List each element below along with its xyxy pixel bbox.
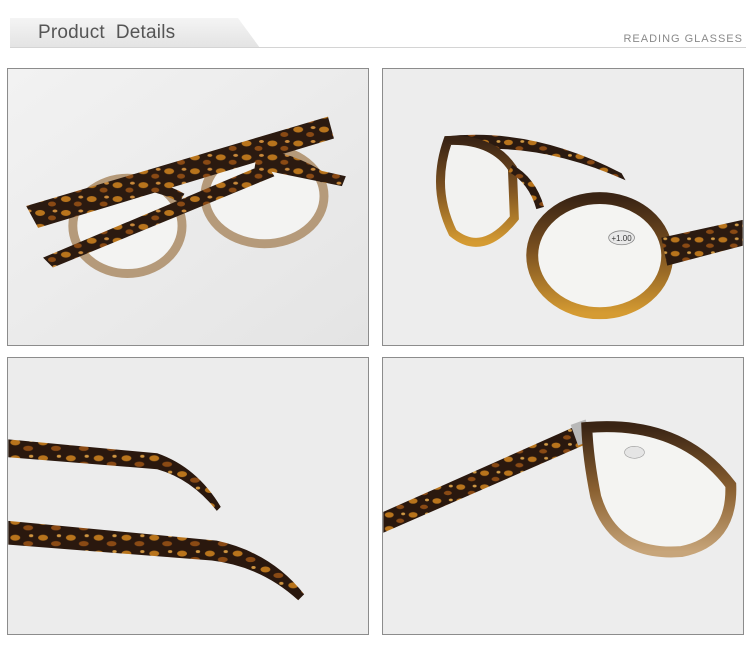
product-image-hinge-closeup: [382, 357, 744, 635]
product-image-folded: [7, 68, 369, 346]
header-divider: [10, 47, 746, 48]
lens-power-label: +1.00: [612, 234, 633, 243]
product-image-side-angle: +1.00: [382, 68, 744, 346]
temple-arms-illustration: [8, 358, 368, 634]
folded-glasses-illustration: [8, 69, 368, 345]
product-image-temple-arms: [7, 357, 369, 635]
hinge-closeup-illustration: [383, 358, 743, 634]
page-header: Product Details READING GLASSES: [0, 0, 750, 60]
side-angle-glasses-illustration: +1.00: [383, 69, 743, 345]
product-category-label: READING GLASSES: [623, 33, 743, 45]
page-title: Product Details: [38, 22, 176, 43]
